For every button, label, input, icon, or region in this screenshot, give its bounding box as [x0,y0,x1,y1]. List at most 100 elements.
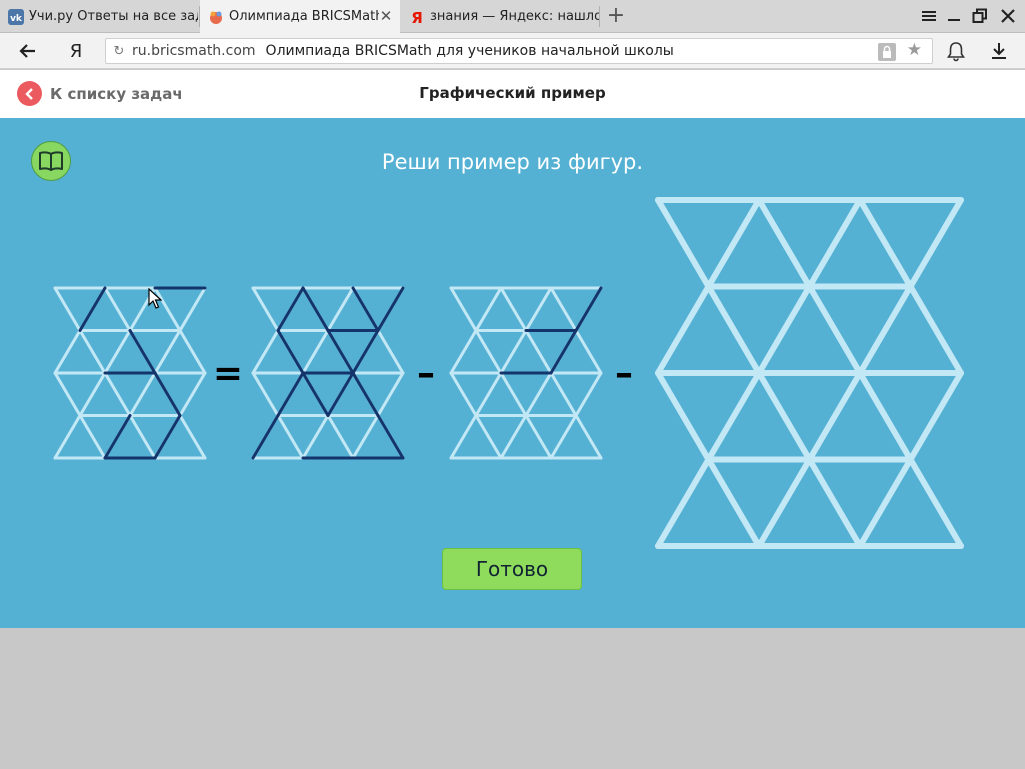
dark-stick [351,329,380,375]
dark-stick [351,371,380,417]
light-stick [53,414,82,460]
light-stick [655,456,712,549]
light-stick [276,414,305,460]
yandex-logo-button[interactable]: Я [64,39,88,63]
light-stick [178,371,207,417]
dark-stick [376,286,405,332]
vk-icon: vk [8,8,24,25]
tab-title: Олимпиада BRICSMath для [229,9,379,24]
dark-stick [153,414,182,460]
light-stick [857,370,914,463]
light-stick [376,329,405,375]
figure-result [251,286,405,460]
browser-tab-bar: vk Учи.ру Ответы на все задач Олимпиада … [0,0,1025,33]
tab-divider [599,6,600,27]
light-stick [103,371,132,417]
tab-title: знания — Яндекс: нашлось [430,9,599,24]
light-stick [449,329,478,375]
yandex-icon: Я [409,9,425,25]
light-stick [549,414,578,460]
done-button[interactable]: Готово [442,548,582,590]
light-stick [524,371,553,417]
light-stick [474,286,503,332]
light-stick [178,286,207,332]
light-stick [128,371,157,417]
bricsmath-icon [208,9,224,25]
minus-sign: – [417,353,435,394]
light-stick [474,414,503,460]
figure-operand-3-answer[interactable] [655,197,964,549]
light-stick [549,286,578,332]
light-stick [857,456,914,549]
dark-stick [301,371,330,417]
light-stick [178,414,207,460]
notifications-bell-icon[interactable] [944,39,968,63]
svg-text:Я: Я [411,9,423,25]
minimize-icon[interactable] [944,6,964,26]
dark-stick [376,414,405,460]
close-tab-icon[interactable]: ✕ [378,8,394,24]
light-stick [907,456,964,549]
new-tab-button[interactable]: + [605,4,627,28]
light-stick [251,286,280,332]
dark-stick [301,286,330,332]
menu-icon[interactable] [919,6,939,26]
light-stick [756,456,813,549]
dark-stick [276,371,305,417]
light-stick [326,414,355,460]
light-stick [301,414,330,460]
lock-icon[interactable] [878,43,896,61]
light-stick [53,329,82,375]
light-stick [251,329,280,375]
tab-bricsmath[interactable]: Олимпиада BRICSMath для ✕ [200,0,400,33]
tab-title: Учи.ру Ответы на все задач [29,9,198,24]
dark-stick [351,286,380,332]
light-stick [705,283,762,376]
light-stick [857,197,914,290]
equals-sign: = [213,353,243,394]
dark-stick [276,329,305,375]
tab-uchi[interactable]: vk Учи.ру Ответы на все задач [0,0,198,33]
dark-stick [574,286,603,332]
light-stick [574,329,603,375]
light-stick [53,286,82,332]
url-domain: ru.bricsmath.com [132,43,256,59]
light-stick [78,329,107,375]
light-stick [907,370,964,463]
reload-icon[interactable]: ↻ [106,44,132,59]
downloads-icon[interactable] [987,39,1011,63]
dark-stick [276,286,305,332]
light-stick [756,370,813,463]
figure-operand-2 [449,286,603,460]
light-stick [655,283,712,376]
figure-operand-1 [53,286,207,460]
page-title: Графический пример [419,84,606,102]
light-stick [907,197,964,290]
light-stick [474,329,503,375]
light-stick [549,371,578,417]
svg-text:vk: vk [10,14,23,24]
light-stick [806,283,863,376]
address-bar[interactable]: ↻ ru.bricsmath.com Олимпиада BRICSMath д… [105,38,933,64]
close-window-icon[interactable] [998,6,1018,26]
light-stick [499,414,528,460]
light-stick [128,414,157,460]
light-stick [524,329,553,375]
light-stick [574,414,603,460]
light-stick [499,286,528,332]
light-stick [499,371,528,417]
bookmark-star-icon[interactable]: ★ [907,40,922,60]
light-stick [756,197,813,290]
light-stick [907,283,964,376]
dark-stick [128,329,157,375]
dark-stick [251,414,280,460]
restore-icon[interactable] [970,6,990,26]
light-stick [524,286,553,332]
light-stick [655,370,712,463]
back-arrow-icon[interactable] [16,39,40,63]
tab-yandex[interactable]: Я знания — Яндекс: нашлось [401,0,599,33]
light-stick [449,286,478,332]
dark-stick [326,329,355,375]
light-stick [756,283,813,376]
light-stick [153,329,182,375]
